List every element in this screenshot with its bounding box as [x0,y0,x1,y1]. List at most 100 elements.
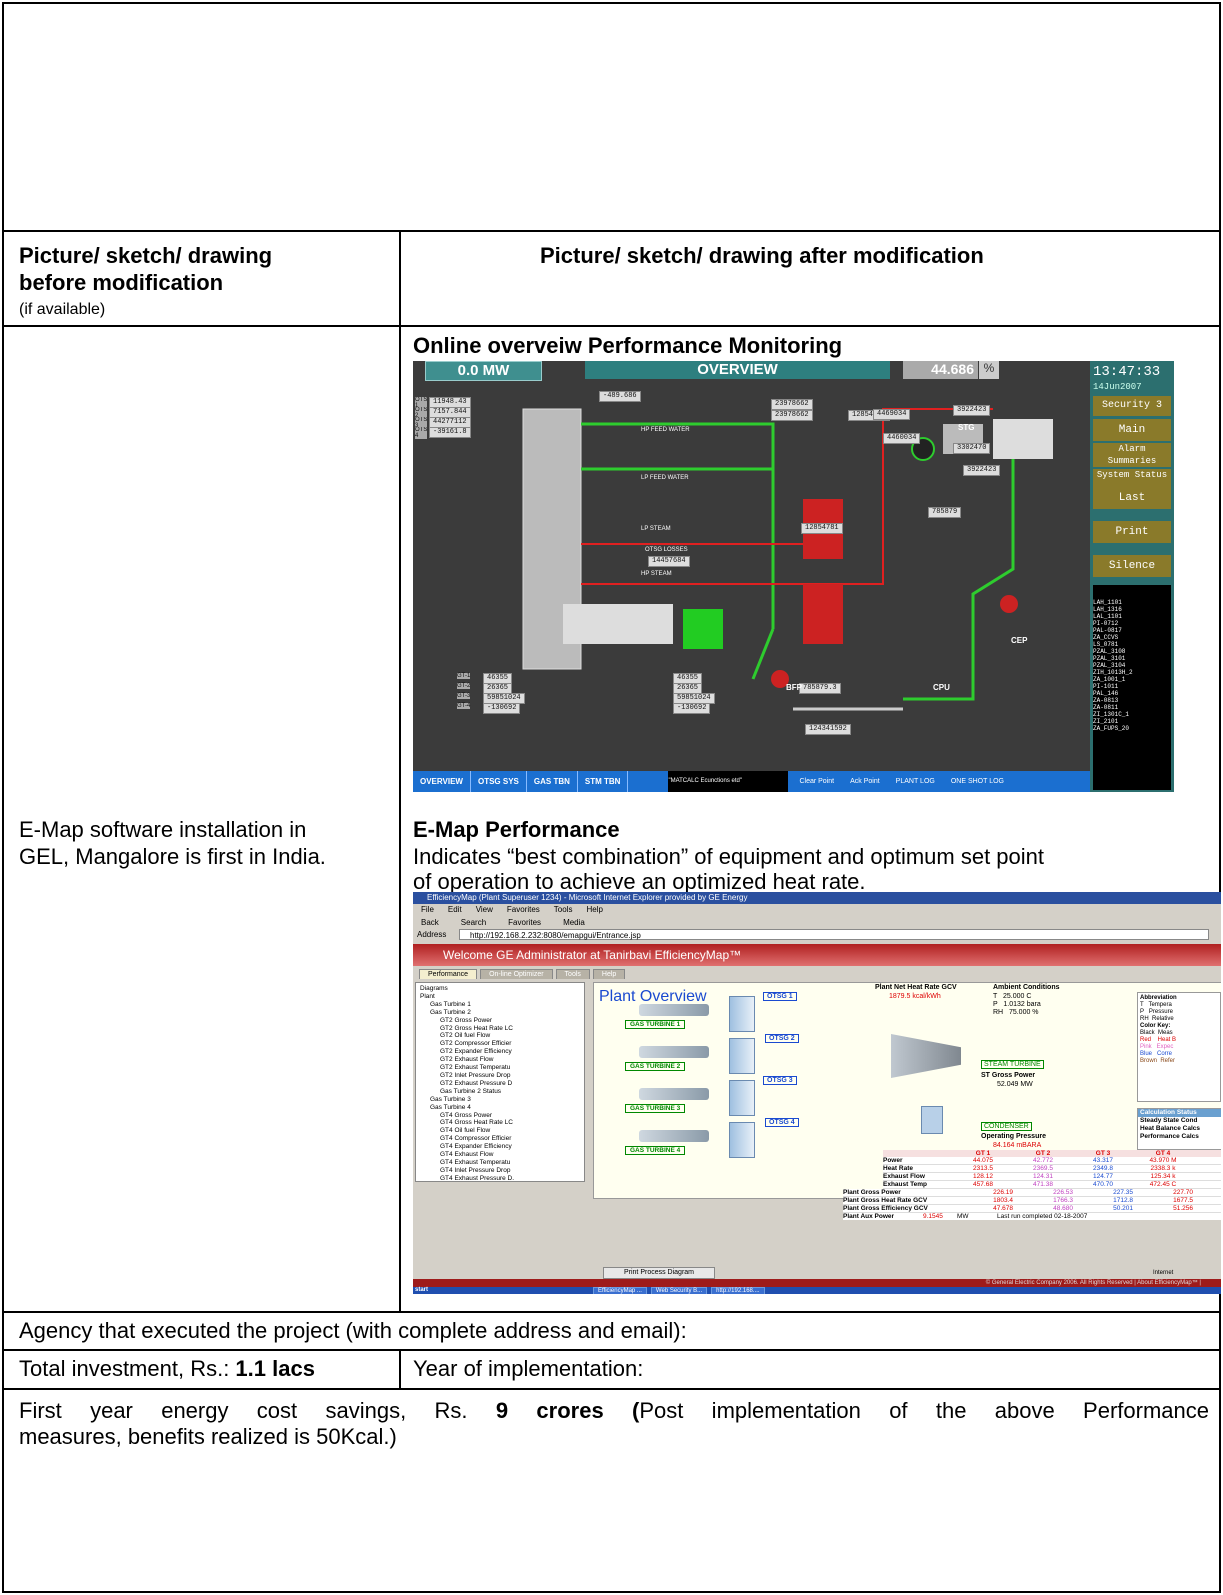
alarm-item[interactable]: ZA_FUPS_20 [1093,725,1171,732]
net-heat-rate-label: Plant Net Heat Rate GCV [875,984,957,991]
tree-item[interactable]: GT2 Gross Power [420,1017,580,1025]
color-key-row: Red Heat B [1140,1037,1177,1043]
alarm-item[interactable]: PI-0712 [1093,620,1171,627]
tree-item[interactable]: GT4 Exhaust Temperatu [420,1159,580,1167]
alarm-item[interactable]: LAH_1101 [1093,599,1171,606]
toolbar-button[interactable]: Favorites [508,918,541,927]
tree-item[interactable]: GT4 Gross Heat Rate LC [420,1119,580,1127]
scada-action[interactable]: PLANT LOG [891,771,940,792]
alarm-item[interactable]: PAL-0817 [1093,627,1171,634]
alarm-item[interactable]: LAH_1316 [1093,606,1171,613]
tree-item[interactable]: GT2 Exhaust Pressure D [420,1080,580,1088]
section2-title: E-Map Performance [413,817,620,842]
gt-row: Heat Rate 2313.5 2369.5 2349.8 2338.3 k [883,1165,1221,1173]
menu-item[interactable]: Tools [554,905,573,914]
scada-tab[interactable]: OTSG SYS [471,771,527,792]
tree-item[interactable]: Gas Turbine 4 [420,1104,580,1112]
menu-item[interactable]: Edit [448,905,462,914]
menu-item[interactable]: Help [586,905,602,914]
toolbar-button[interactable]: Search [461,918,486,927]
tree-item[interactable]: Gas Turbine 3 [420,1096,580,1104]
alarm-item[interactable]: PZAL_3101 [1093,655,1171,662]
alarm-summaries-button[interactable]: Alarm Summaries [1093,443,1171,467]
menu-item[interactable]: View [476,905,493,914]
scada-tab[interactable]: OVERVIEW [413,771,471,792]
tree-item[interactable]: Gas Turbine 2 Status [420,1088,580,1096]
alarm-item[interactable]: ZA_CCVS [1093,634,1171,641]
security-button[interactable]: Security 3 [1093,396,1171,416]
tree-item[interactable]: GT2 Expander Efficiency [420,1048,580,1056]
taskbar-item[interactable]: http://192.168.... [711,1287,765,1294]
diagram-tree[interactable]: Diagrams Plant Gas Turbine 1 Gas Turbine 2G… [415,982,585,1182]
tree-item[interactable]: GT4 Compressor Efficier [420,1135,580,1143]
alarm-item[interactable]: PZAL_3104 [1093,662,1171,669]
alarm-item[interactable]: ZI_2101 [1093,718,1171,725]
emap-tab[interactable]: On-line Optimizer [480,969,553,979]
print-diagram-button[interactable]: Print Process Diagram [603,1267,715,1279]
aux-row: Plant Aux Power 9.1545 MW Last run complete… [843,1213,1221,1220]
menu-item[interactable]: Favorites [507,905,540,914]
tree-item[interactable]: GT4 Gross Power [420,1112,580,1120]
otsg-label: OTSG 1 [763,992,797,1001]
tree-item[interactable]: GT2 Exhaust Flow [420,1056,580,1064]
scada-action[interactable]: ONE SHOT LOG [946,771,1009,792]
emap-tab[interactable]: Tools [555,969,590,979]
taskbar-item[interactable]: Web Security B... [650,1287,708,1294]
emap-tab[interactable]: Performance [419,969,478,979]
alarm-item[interactable]: PZAL_3108 [1093,648,1171,655]
gt-cell: 43.317 [1093,1157,1113,1164]
scada-tab[interactable]: GAS TBN [527,771,578,792]
toolbar-button[interactable]: Back [421,918,439,927]
menu-item[interactable]: File [421,905,434,914]
otsg-shape [729,1038,755,1074]
scada-action[interactable]: Ack Point [845,771,885,792]
tree-item[interactable]: Diagrams [420,985,580,993]
print-button[interactable]: Print [1093,521,1171,543]
tree-item[interactable]: Plant [420,993,580,1001]
emap-tab[interactable]: Help [592,969,626,979]
main-button[interactable]: Main [1093,419,1171,441]
tree-item[interactable]: Gas Turbine 1 [420,1001,580,1009]
alarm-item[interactable]: LS_0781 [1093,641,1171,648]
last-button[interactable]: Last [1093,487,1171,509]
alarm-item[interactable]: ZI_1301C_1 [1093,711,1171,718]
alarm-item[interactable]: ZIH_1013H_2 [1093,669,1171,676]
otsg-shape [729,996,755,1032]
plant-row-label: Plant Gross Power [843,1189,901,1196]
tree-item[interactable]: GT2 Oil fuel Flow [420,1032,580,1040]
alarm-item[interactable]: PAL_146 [1093,690,1171,697]
silence-button[interactable]: Silence [1093,555,1171,577]
tree-item[interactable]: GT4 Oil fuel Flow [420,1127,580,1135]
savings-line2: measures, benefits realized is 50Kcal.) [19,1424,397,1449]
otsg-label: OTSG 3 [763,1076,797,1085]
tree-item[interactable]: GT4 Exhaust Pressure D. [420,1175,580,1181]
net-heat-rate-value: 1879.5 kcal/kWh [889,993,941,1000]
tree-item[interactable]: GT2 Inlet Pressure Drop [420,1072,580,1080]
scada-action[interactable]: Clear Point [794,771,839,792]
alarm-item[interactable]: ZA-0813 [1093,697,1171,704]
scada-tab[interactable]: STM TBN [578,771,629,792]
turbine-shape [639,1130,709,1142]
alarm-list[interactable]: LAH_1101 LAH_1316 LAL_1101 PI-0712 PAL-0817 Z… [1093,585,1171,790]
alarm-item[interactable]: PI-1011 [1093,683,1171,690]
taskbar-item[interactable]: EfficiencyMap ... [593,1287,647,1294]
row-divider [2,1388,1221,1390]
tree-item[interactable]: GT4 Exhaust Flow [420,1151,580,1159]
gas-turbine-label: GAS TURBINE 3 [625,1104,686,1113]
alarm-item[interactable]: LAL_1101 [1093,613,1171,620]
toolbar-button[interactable]: Media [563,918,585,927]
alarm-item[interactable]: ZA-0811 [1093,704,1171,711]
tree-item[interactable]: GT4 Inlet Pressure Drop [420,1167,580,1175]
tree-item[interactable]: GT4 Expander Efficiency [420,1143,580,1151]
tree-item[interactable]: GT2 Compressor Efficier [420,1040,580,1048]
scada-value: 14457684 [648,556,690,567]
alarm-item[interactable]: ZA_1001_1 [1093,676,1171,683]
tree-item[interactable]: GT2 Exhaust Temperatu [420,1064,580,1072]
tree-item[interactable]: GT2 Gross Heat Rate LC [420,1025,580,1033]
date: 14Jun2007 [1093,382,1142,392]
tree-item[interactable]: Gas Turbine 2 [420,1009,580,1017]
start-button[interactable]: start [415,1287,428,1293]
investment-value: 1.1 lacs [235,1356,315,1381]
address-bar[interactable]: http://192.168.2.232:8080/emapgui/Entran… [459,929,1209,940]
pct-unit: % [979,361,999,379]
